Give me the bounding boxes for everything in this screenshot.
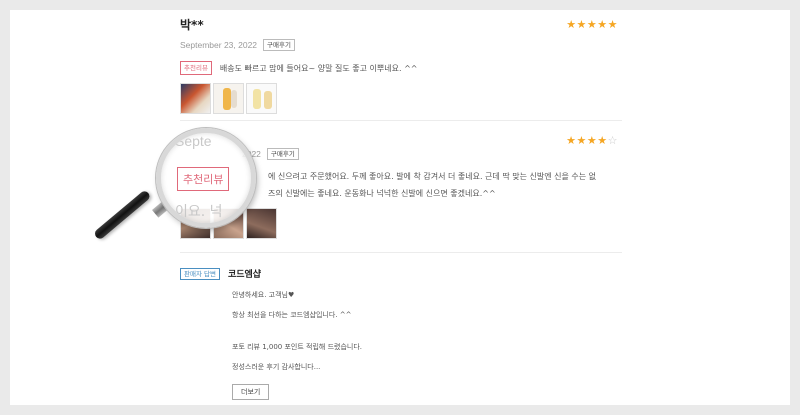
star-rating: ★★★★★ [566,18,618,31]
divider [180,252,622,253]
purchase-review-badge: 구매후기 [266,148,299,160]
reply-text-line: 안녕하세요. 고객님♥ [232,291,295,299]
divider [180,120,622,121]
reviewer-name: 박** [180,18,204,32]
review-photo-thumbnail[interactable] [213,83,244,114]
star-icon: ★★★★★ [566,18,618,31]
recommended-review-badge: 추천리뷰 [180,61,212,75]
purchase-review-badge: 구매후기 [263,39,295,51]
magnified-text: 이요. 넉 [175,204,223,220]
more-button[interactable]: 더보기 [232,384,270,400]
star-empty-icon: ☆ [607,134,618,147]
review-date: September 23, 2022 [180,40,258,50]
reply-text-line: 항상 최선을 다하는 코드엠샵입니다. ^^ [232,311,352,319]
seller-name: 코드엠샵 [227,270,262,280]
review-text: 배송도 빠르고 맘에 들어요~ 양말 질도 좋고 이뿌네요. ^^ [219,63,418,73]
star-icon: ★★★★ [566,134,608,147]
review-item: 박** ★★★★★ September 23, 2022 구매후기 추천리뷰 배… [180,16,622,114]
star-rating: ★★★★☆ [566,134,618,147]
review-photo-thumbnail[interactable] [180,83,211,114]
magnified-date: Septe [175,133,212,149]
magnifier-lens-icon: Septe 추천리뷰 이요. 넉 [156,128,256,228]
seller-reply-badge: 판매자 답변 [180,267,220,280]
reply-text-line: 포토 리뷰 1,000 포인트 적립해 드렸습니다. [232,343,362,351]
review-photo-thumbnail[interactable] [246,208,277,239]
magnified-recommended-badge: 추천리뷰 [177,167,230,191]
seller-reply: 판매자 답변 코드엠샵 안녕하세요. 고객님♥ 항상 최선을 다하는 코드엠샵입… [180,267,622,400]
review-photo-thumbnail[interactable] [246,83,277,114]
reply-text-line: 정성스러운 후기 감사합니다... [232,363,321,371]
